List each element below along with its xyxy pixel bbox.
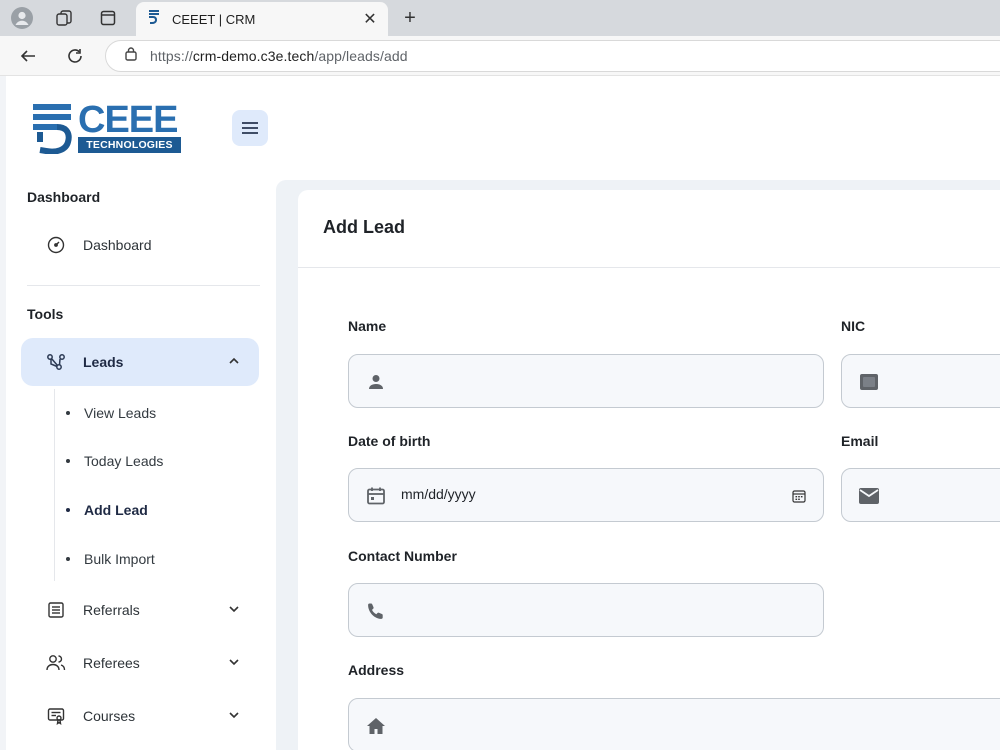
subnav-guide-line [54, 389, 55, 581]
nic-label: NIC [841, 318, 866, 334]
contact-field[interactable] [348, 583, 824, 637]
subnav-label: Bulk Import [84, 551, 155, 567]
site-info-icon[interactable] [124, 46, 138, 67]
contact-label: Contact Number [348, 548, 457, 564]
logo-subtitle: TECHNOLOGIES [78, 137, 181, 153]
subnav-label: Today Leads [84, 453, 164, 469]
document-list-icon [46, 600, 66, 620]
bullet-icon [66, 508, 70, 512]
sidebar-divider [27, 285, 260, 286]
contact-input[interactable] [401, 584, 811, 636]
nic-field[interactable] [841, 354, 1000, 408]
name-label: Name [348, 318, 387, 334]
users-icon [46, 653, 66, 673]
dob-label: Date of birth [348, 433, 431, 449]
nic-input[interactable] [894, 355, 1000, 407]
sidebar-item-referees[interactable]: Referees [21, 639, 259, 687]
person-icon [365, 371, 387, 393]
sidebar-item-label: Referrals [83, 602, 140, 618]
url-path: /app/leads/add [314, 48, 408, 64]
profile-icon[interactable] [11, 7, 33, 29]
envelope-icon [858, 485, 880, 507]
page-title: Add Lead [323, 217, 406, 237]
chevron-down-icon[interactable] [227, 602, 241, 616]
card-divider [298, 267, 1000, 268]
subnav-item-add-lead[interactable]: Add Lead [66, 498, 148, 522]
address-label: Address [348, 662, 405, 678]
sidebar-item-label: Leads [83, 354, 124, 370]
leads-network-icon [46, 352, 66, 372]
bullet-icon [66, 411, 70, 415]
name-input[interactable] [401, 355, 811, 407]
url-scheme: https:// [150, 48, 193, 64]
chevron-up-icon[interactable] [227, 354, 241, 368]
tab-title: CEEET | CRM [172, 11, 256, 27]
sidebar: Dashboard Dashboard Tools Leads View Lea… [6, 176, 276, 750]
hamburger-icon [242, 122, 258, 134]
dob-placeholder[interactable]: mm/dd/yyyy [401, 486, 476, 502]
email-field[interactable] [841, 468, 1000, 522]
address-bar[interactable]: https://crm-demo.c3e.tech/app/leads/add [105, 40, 1000, 72]
dob-field[interactable]: mm/dd/yyyy [348, 468, 824, 522]
sidebar-item-dashboard[interactable]: Dashboard [21, 221, 259, 269]
certificate-icon [46, 706, 66, 726]
menu-toggle-button[interactable] [232, 110, 268, 146]
date-picker-icon[interactable] [791, 488, 807, 504]
section-label-tools: Tools [27, 306, 64, 322]
browser-tab[interactable]: CEEET | CRM ✕ [136, 2, 388, 36]
browser-tabbar: CEEET | CRM ✕ + [0, 0, 1000, 36]
browser-toolbar: https://crm-demo.c3e.tech/app/leads/add [0, 36, 1000, 76]
workspaces-icon[interactable] [53, 7, 75, 29]
logo-mark-icon [33, 104, 72, 154]
sidebar-item-label: Courses [83, 708, 136, 724]
subnav-label: Add Lead [84, 502, 148, 518]
url-text: https://crm-demo.c3e.tech/app/leads/add [150, 48, 408, 64]
subnav-item-bulk-import[interactable]: Bulk Import [66, 547, 155, 571]
sidebar-item-referrals[interactable]: Referrals [21, 586, 259, 634]
sidebar-item-label: Referees [83, 655, 140, 671]
url-host: crm-demo.c3e.tech [192, 48, 315, 64]
section-label-dashboard: Dashboard [27, 189, 101, 205]
tab-close-icon[interactable]: ✕ [358, 7, 382, 31]
subnav-label: View Leads [84, 405, 157, 421]
subnav-item-view-leads[interactable]: View Leads [66, 401, 156, 425]
name-field[interactable] [348, 354, 824, 408]
bullet-icon [66, 557, 70, 561]
bullet-icon [66, 459, 70, 463]
address-field[interactable] [348, 698, 1000, 750]
sidebar-item-label: Dashboard [83, 237, 152, 253]
tab-actions-icon[interactable] [97, 7, 119, 29]
email-input[interactable] [894, 469, 1000, 521]
brand-logo[interactable]: CEEE TECHNOLOGIES [30, 100, 185, 156]
chevron-down-icon[interactable] [227, 708, 241, 722]
subnav-item-today-leads[interactable]: Today Leads [66, 449, 163, 473]
tab-favicon-icon [146, 9, 162, 30]
add-lead-card: Add Lead Name NIC Date of birth mm/dd/yy… [298, 190, 1000, 750]
logo-word: CEEE [78, 99, 178, 141]
calendar-icon [365, 485, 387, 507]
sidebar-item-leads[interactable]: Leads [21, 338, 259, 386]
email-label: Email [841, 433, 879, 449]
sidebar-item-courses[interactable]: Courses [21, 692, 259, 740]
home-icon [365, 715, 387, 737]
reload-icon[interactable] [63, 44, 87, 68]
address-input[interactable] [401, 699, 1000, 750]
new-tab-button[interactable]: + [398, 6, 422, 30]
id-card-icon [858, 371, 880, 393]
back-arrow-icon[interactable] [16, 44, 40, 68]
phone-icon [365, 600, 387, 622]
chevron-down-icon[interactable] [227, 655, 241, 669]
dashboard-gauge-icon [46, 235, 66, 255]
